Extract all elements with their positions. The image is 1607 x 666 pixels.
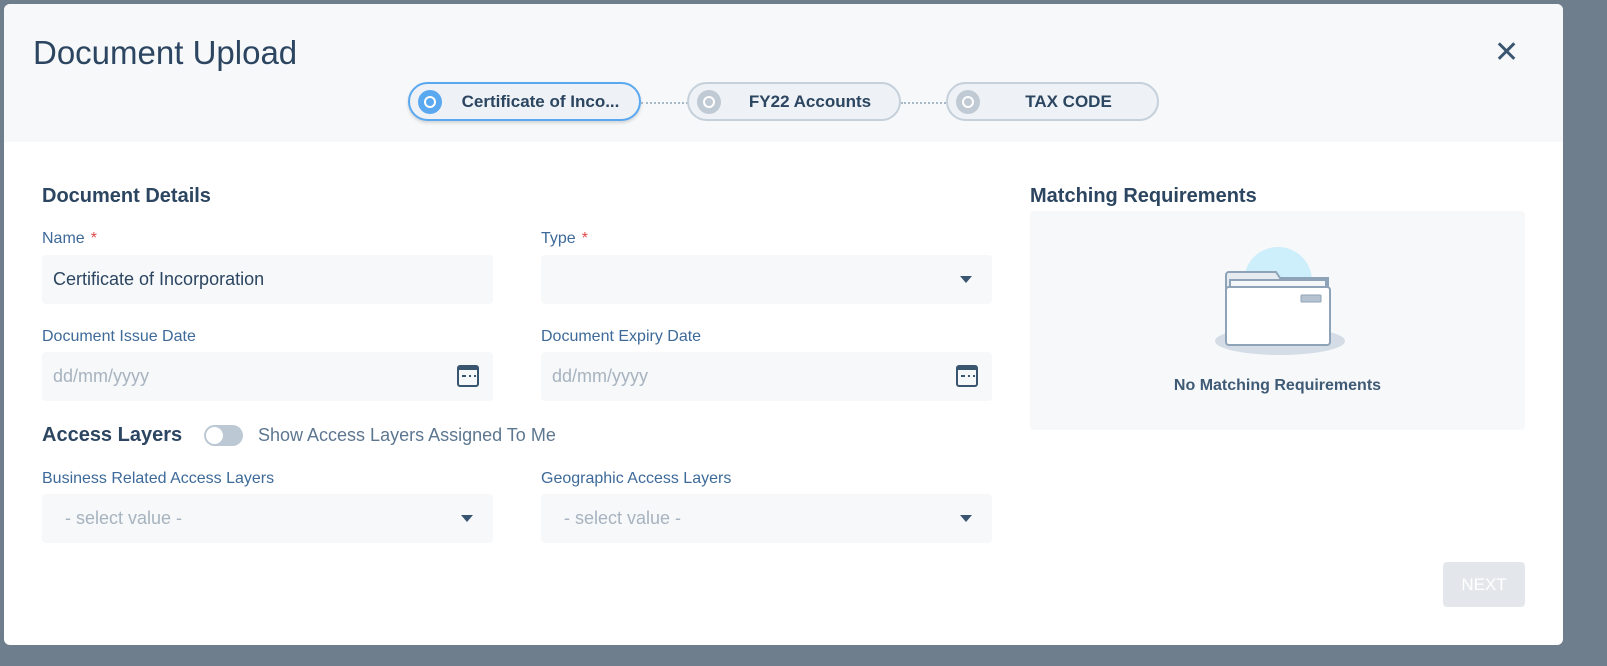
type-label-text: Type (541, 230, 576, 247)
type-select[interactable] (541, 255, 992, 304)
business-layers-placeholder: - select value - (65, 508, 183, 528)
step-certificate[interactable]: Certificate of Inco... (408, 82, 641, 121)
step-status-icon (697, 89, 721, 114)
expiry-date-label: Document Expiry Date (541, 328, 702, 345)
matching-requirements-panel: No Matching Requirements (1030, 211, 1525, 430)
expiry-date-placeholder: dd/mm/yyyy (552, 366, 649, 386)
name-input[interactable]: Certificate of Incorporation (42, 255, 493, 304)
close-icon[interactable]: ✕ (1494, 38, 1519, 68)
name-label-text: Name (42, 230, 85, 247)
step-tax-code[interactable]: TAX CODE (946, 82, 1159, 121)
step-status-icon (418, 89, 442, 114)
chevron-down-icon (960, 515, 972, 522)
name-value: Certificate of Incorporation (53, 269, 265, 289)
expiry-date-input[interactable]: dd/mm/yyyy (541, 352, 992, 401)
step-label: FY22 Accounts (748, 91, 872, 111)
type-label: Type * (541, 230, 588, 248)
step-status-icon (956, 89, 980, 114)
geo-layers-label: Geographic Access Layers (541, 470, 732, 487)
required-marker: * (581, 230, 588, 247)
geo-layers-select[interactable]: - select value - (541, 494, 992, 543)
matching-requirements-heading: Matching Requirements (1030, 185, 1257, 207)
issue-date-placeholder: dd/mm/yyyy (53, 366, 150, 386)
step-connector (641, 102, 688, 104)
required-marker: * (90, 230, 97, 247)
calendar-icon[interactable] (956, 365, 978, 387)
calendar-icon[interactable] (457, 365, 479, 387)
name-label: Name * (42, 230, 97, 248)
next-button[interactable]: NEXT (1443, 562, 1525, 607)
step-label: TAX CODE (1025, 91, 1112, 111)
empty-folder-icon (1215, 247, 1345, 355)
modal-title: Document Upload (33, 34, 298, 71)
issue-date-input[interactable]: dd/mm/yyyy (42, 352, 493, 401)
chevron-down-icon (461, 515, 473, 522)
business-layers-select[interactable]: - select value - (42, 494, 493, 543)
step-connector (901, 102, 946, 104)
document-upload-modal: Document Upload ✕ Certificate of Inco...… (4, 4, 1563, 645)
step-fy22-accounts[interactable]: FY22 Accounts (687, 82, 901, 121)
access-layers-heading: Access Layers (42, 424, 183, 446)
issue-date-label: Document Issue Date (42, 328, 196, 345)
chevron-down-icon (960, 276, 972, 283)
modal-header: Document Upload ✕ Certificate of Inco...… (4, 4, 1563, 142)
step-label: Certificate of Inco... (461, 91, 620, 111)
show-assigned-toggle[interactable] (204, 425, 243, 446)
empty-state-text: No Matching Requirements (1173, 377, 1382, 394)
geo-layers-placeholder: - select value - (564, 508, 682, 528)
toggle-label: Show Access Layers Assigned To Me (258, 425, 556, 445)
document-details-heading: Document Details (42, 185, 211, 207)
business-layers-label: Business Related Access Layers (42, 470, 275, 487)
